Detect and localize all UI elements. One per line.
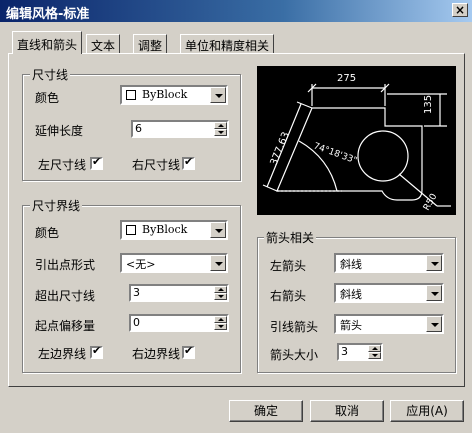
check-icon: ✔ [184,155,194,168]
dim-line-color-label: 颜色 [35,91,60,105]
dim-line-color-value: ByBlock [142,88,188,101]
color-swatch-icon [126,90,136,100]
up-arrow-icon [372,347,378,350]
arrows-group-title: 箭头相关 [264,229,317,246]
origin-offset-value: 0 [133,316,140,329]
down-arrow-icon [218,325,224,328]
down-arrow-icon [218,131,224,134]
chevron-down-icon [431,262,439,266]
window-title: 编辑风格-标准 [6,7,90,22]
tab-units-precision[interactable]: 单位和精度相关 [180,34,275,53]
leader-arrow-label: 引线箭头 [270,320,319,334]
arrow-size-spinner[interactable]: 3 [337,343,383,361]
dim-text-top: 275 [337,73,356,84]
spin-up-button[interactable] [214,122,227,129]
tab-text[interactable]: 文本 [86,34,121,53]
right-arrow-value: 斜线 [340,288,362,301]
arrow-size-label: 箭头大小 [270,348,319,362]
dim-text-angle: 74°18'33" [312,141,358,166]
ext-length-spinner[interactable]: 6 [131,120,229,138]
check-icon: ✔ [184,344,194,357]
spin-up-button[interactable] [214,286,227,293]
right-ext-line-label: 右边界线 [132,347,181,361]
beyond-dim-label: 超出尺寸线 [35,289,96,303]
dropdown-button[interactable] [210,222,226,238]
spin-up-button[interactable] [214,316,227,323]
down-arrow-icon [218,295,224,298]
origin-style-value: <无> [126,258,156,271]
ext-line-color-value: ByBlock [142,223,188,236]
preview-drawing: 275 135 377.63 74°18'33" R50 [262,73,451,213]
chevron-down-icon [215,262,223,266]
dim-line-color-select[interactable]: ByBlock [120,85,228,105]
spin-down-button[interactable] [214,293,227,300]
ext-line-color-label: 颜色 [35,226,60,240]
cancel-button[interactable]: 取消 [310,400,384,422]
ext-line-color-select[interactable]: ByBlock [120,220,228,240]
color-swatch-icon [126,225,136,235]
spin-down-button[interactable] [214,323,227,330]
right-arrow-select[interactable]: 斜线 [334,283,444,303]
beyond-dim-spinner[interactable]: 3 [129,284,229,302]
ext-line-group-title: 尺寸界线 [30,197,83,214]
ext-length-label: 延伸长度 [35,124,84,138]
arrow-size-value: 3 [341,345,348,358]
chevron-down-icon [431,292,439,296]
dropdown-button[interactable] [426,285,442,301]
close-button[interactable]: × [452,3,468,17]
right-arrow-label: 右箭头 [270,289,307,303]
origin-offset-spinner[interactable]: 0 [129,314,229,332]
left-arrow-value: 斜线 [340,258,362,271]
dropdown-button[interactable] [210,87,226,103]
left-arrow-select[interactable]: 斜线 [334,253,444,273]
up-arrow-icon [218,318,224,321]
dim-text-left: 377.63 [269,131,292,168]
right-dim-line-checkbox[interactable]: ✔ [182,155,195,170]
chevron-down-icon [215,229,223,233]
origin-style-label: 引出点形式 [35,258,96,272]
beyond-dim-value: 3 [133,286,140,299]
style-preview: 275 135 377.63 74°18'33" R50 [257,66,456,215]
origin-offset-label: 起点偏移量 [35,319,96,333]
dropdown-button[interactable] [426,255,442,271]
left-arrow-label: 左箭头 [270,259,307,273]
check-icon: ✔ [92,155,102,168]
right-dim-line-label: 右尺寸线 [132,158,181,172]
spin-down-button[interactable] [214,129,227,136]
ok-button[interactable]: 确定 [229,400,303,422]
ext-length-value: 6 [135,122,142,135]
tab-fit[interactable]: 调整 [133,34,168,53]
hole-circle [357,130,409,182]
check-icon: ✔ [92,344,102,357]
up-arrow-icon [218,124,224,127]
spin-down-button[interactable] [368,352,381,359]
left-ext-line-label: 左边界线 [38,347,87,361]
dim-text-right: 135 [423,95,434,114]
down-arrow-icon [372,354,378,357]
dim-line-group-title: 尺寸线 [30,66,71,83]
spin-up-button[interactable] [368,345,381,352]
apply-button[interactable]: 应用(A) [390,400,464,422]
origin-style-select[interactable]: <无> [120,253,228,273]
leader-arrow-value: 箭头 [340,319,362,332]
close-icon: × [455,3,466,17]
dropdown-button[interactable] [210,255,226,271]
leader-arrow-select[interactable]: 箭头 [334,314,444,334]
dropdown-button[interactable] [426,316,442,332]
left-dim-line-checkbox[interactable]: ✔ [90,155,103,170]
chevron-down-icon [431,323,439,327]
ext-line-left-bottom [262,184,278,192]
left-ext-line-checkbox[interactable]: ✔ [90,344,103,359]
chevron-down-icon [215,94,223,98]
left-dim-line-label: 左尺寸线 [38,158,87,172]
right-ext-line-checkbox[interactable]: ✔ [182,344,195,359]
tab-lines-arrows[interactable]: 直线和箭头 [12,31,83,54]
up-arrow-icon [218,288,224,291]
